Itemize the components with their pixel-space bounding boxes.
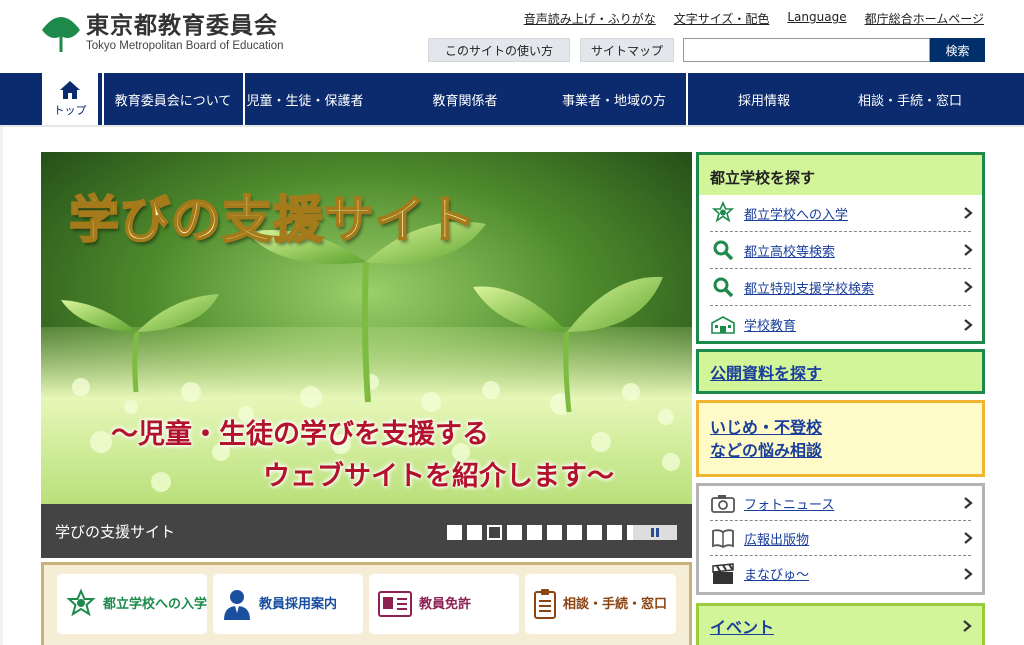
quick-link-label: 都立学校への入学 [103,596,208,612]
nav-educators[interactable]: 教育関係者 [400,73,530,125]
bullying-consultation-link-line1[interactable]: いじめ・不登校 [710,416,982,439]
news-link-row[interactable]: まなびゅ～ [710,556,973,591]
font-size-color-link[interactable]: 文字サイズ・配色 [674,10,770,27]
quick-link-label: 教員採用案内 [259,596,338,612]
school-building-icon [711,315,735,334]
slide-dot-3[interactable] [487,525,502,540]
chevron-right-icon [964,532,973,544]
site-header: 東京都教育委員会 Tokyo Metropolitan Board of Edu… [0,0,1024,72]
hero-subtitle-line2: ウェブサイトを紹介します～ [263,461,614,492]
slide-indicators [447,525,642,540]
find-school-panel: 都立学校を探す 都立学校への入学 都立高校等検索 都立特別支援学校検索 学校教育 [696,152,985,344]
chevron-right-icon [964,567,973,580]
pause-icon [651,528,654,537]
chevron-right-icon [964,497,973,509]
event-panel[interactable]: イベント [696,603,985,645]
high-school-search-link[interactable]: 都立高校等検索 [744,241,835,260]
nav-recruitment[interactable]: 採用情報 [704,73,824,125]
slide-dot-7[interactable] [567,525,582,540]
ginkgo-logo-icon [42,17,80,52]
language-link[interactable]: Language [787,10,846,27]
logo-subtitle: Tokyo Metropolitan Board of Education [86,40,284,52]
person-icon [224,590,250,620]
quick-link-consultation[interactable]: 相談・手続・窓口 [525,574,676,634]
slide-dot-2[interactable] [467,525,482,540]
nav-home[interactable]: トップ [42,73,98,125]
school-education-link[interactable]: 学校教育 [744,315,796,334]
nav-about-board[interactable]: 教育委員会について [104,73,242,125]
public-documents-panel[interactable]: 公開資料を探す [696,349,985,394]
slide-dot-6[interactable] [547,525,562,540]
page-edge [0,127,3,645]
quick-link-label: 相談・手続・窓口 [563,596,668,612]
slide-dot-4[interactable] [507,525,522,540]
id-card-icon [378,591,412,617]
hero-title: 学びの支援サイト [68,190,477,250]
read-aloud-link[interactable]: 音声読み上げ・ふりがな [524,10,656,27]
school-link-row[interactable]: 都立特別支援学校検索 [710,269,973,306]
nav-students-parents[interactable]: 児童・生徒・保護者 [245,73,365,125]
nav-businesses[interactable]: 事業者・地域の方 [548,73,680,125]
school-link-row[interactable]: 学校教育 [710,306,973,343]
quick-link-license[interactable]: 教員免許 [369,574,519,634]
chevron-right-icon [964,281,973,293]
photo-news-link[interactable]: フォトニュース [744,494,834,513]
nav-consultation[interactable]: 相談・手続・窓口 [840,73,980,125]
logo-title: 東京都教育委員会 [86,13,278,39]
event-link[interactable]: イベント [710,614,774,638]
home-icon [60,81,80,99]
school-enrollment-link[interactable]: 都立学校への入学 [744,204,848,223]
quick-links: 都立学校への入学 教員採用案内 教員免許 相談・手続・窓口 [41,562,692,645]
how-to-use-button[interactable]: このサイトの使い方 [428,38,570,62]
news-panel: フォトニュース 広報出版物 まなびゅ～ [696,483,985,595]
hero-subtitle-line1: ～児童・生徒の学びを支援する [111,419,489,450]
manabyu-link[interactable]: まなびゅ～ [744,564,809,583]
book-icon [712,529,734,548]
quick-link-label: 教員免許 [419,596,472,612]
slider-pause-button[interactable] [633,525,677,540]
public-documents-link[interactable]: 公開資料を探す [710,360,822,384]
pause-icon [656,528,659,537]
chevron-right-icon [964,207,973,219]
quick-link-recruitment[interactable]: 教員採用案内 [213,574,363,634]
search-icon [713,240,734,261]
search-button[interactable]: 検索 [930,38,985,62]
slide-dot-5[interactable] [527,525,542,540]
chevron-right-icon [964,244,973,256]
search-input[interactable] [683,38,930,62]
school-flower-icon [66,588,96,617]
site-logo[interactable]: 東京都教育委員会 Tokyo Metropolitan Board of Edu… [40,12,284,54]
news-link-row[interactable]: フォトニュース [710,486,973,521]
search-icon [713,277,734,298]
news-link-row[interactable]: 広報出版物 [710,521,973,556]
global-nav: トップ 教育委員会について 児童・生徒・保護者 教育関係者 事業者・地域の方 採… [0,73,1024,125]
school-link-row[interactable]: 都立高校等検索 [710,232,973,269]
sitemap-button[interactable]: サイトマップ [580,38,674,62]
clipboard-icon [534,589,556,619]
slide-dot-8[interactable] [587,525,602,540]
hero-slide[interactable]: 学びの支援サイト ～児童・生徒の学びを支援する ウェブサイトを紹介します～ [41,152,692,504]
nav-bottom-line [0,125,1024,127]
tocho-home-link[interactable]: 都庁総合ホームページ [865,10,984,27]
slider-caption-bar: 学びの支援サイト [41,504,692,558]
slide-dot-1[interactable] [447,525,462,540]
quick-link-enrollment[interactable]: 都立学校への入学 [57,574,207,634]
school-link-row[interactable]: 都立学校への入学 [710,195,973,232]
bullying-consultation-link-line2[interactable]: などの悩み相談 [710,439,982,462]
utility-links: 音声読み上げ・ふりがな 文字サイズ・配色 Language 都庁総合ホームページ [524,10,984,27]
special-support-search-link[interactable]: 都立特別支援学校検索 [744,278,874,297]
camera-icon [711,495,735,513]
nav-home-label: トップ [53,104,87,117]
nav-separator [686,73,688,125]
slide-caption[interactable]: 学びの支援サイト [55,521,175,542]
bullying-consultation-panel[interactable]: いじめ・不登校 などの悩み相談 [696,400,985,477]
chevron-right-icon [963,619,972,632]
slide-dot-9[interactable] [607,525,622,540]
find-school-heading: 都立学校を探す [699,155,982,195]
chevron-right-icon [964,318,973,331]
school-flower-icon [711,201,735,223]
publications-link[interactable]: 広報出版物 [744,529,809,548]
clapperboard-icon [712,562,734,584]
